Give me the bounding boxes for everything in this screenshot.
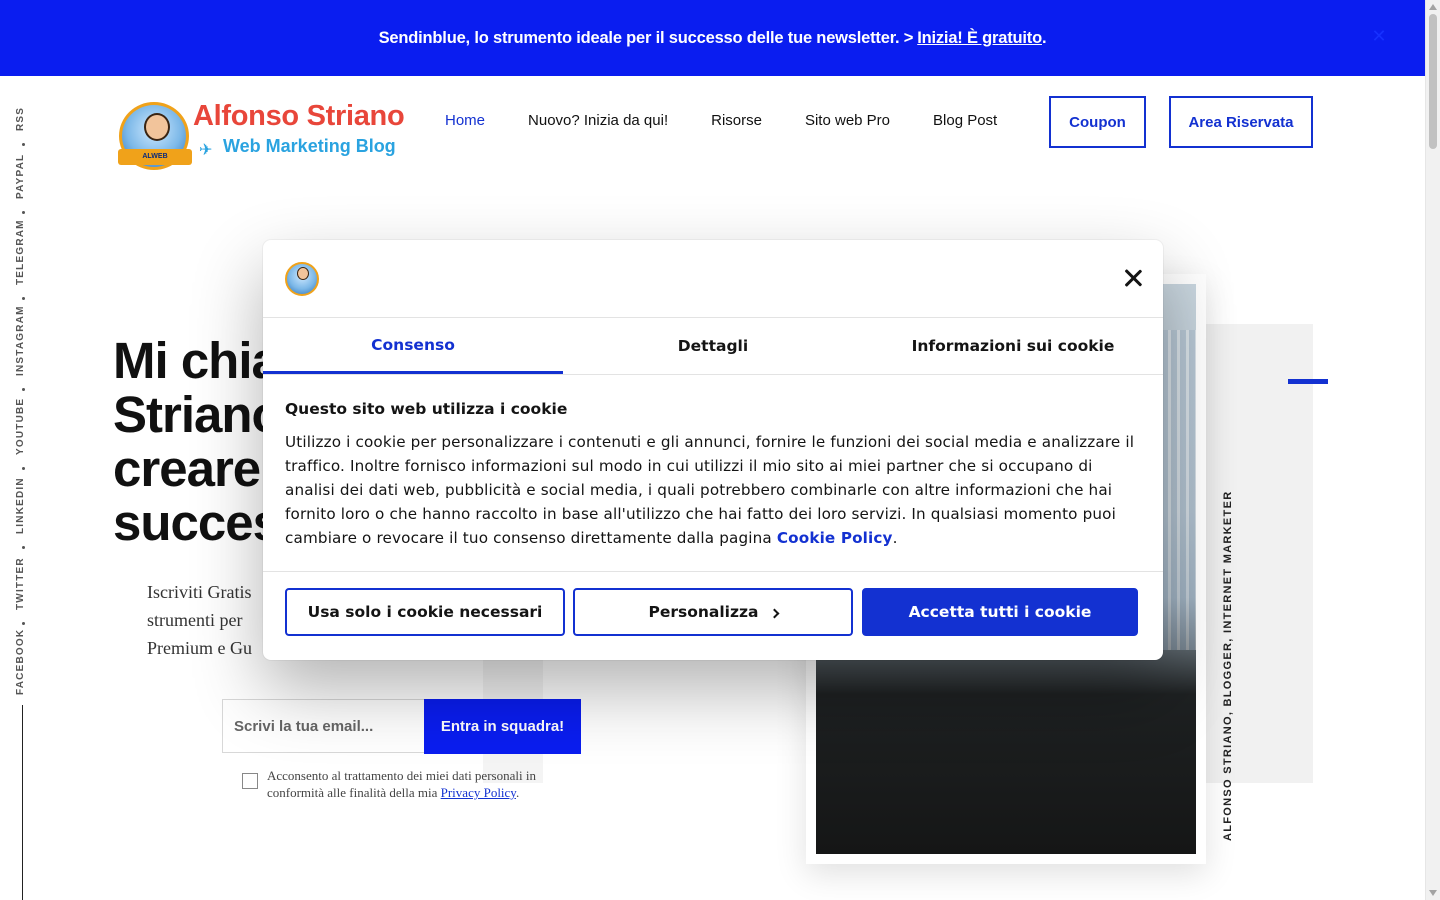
cookie-dialog: Consenso Dettagli Informazioni sui cooki… [263,240,1163,660]
necessary-cookies-button[interactable]: Usa solo i cookie necessari [285,588,565,636]
page: Sendinblue, lo strumento ideale per il s… [0,0,1440,900]
cookie-heading: Questo sito web utilizza i cookie [285,400,568,418]
scrollbar-thumb[interactable] [1429,14,1437,149]
avatar [297,267,309,280]
close-icon[interactable] [1122,267,1144,289]
tab-details[interactable]: Dettagli [563,318,863,374]
tab-consent[interactable]: Consenso [263,318,563,374]
necessary-cookies-label: Usa solo i cookie necessari [307,603,543,621]
scroll-up-icon[interactable] [1429,4,1437,10]
cookie-body: Utilizzo i cookie per personalizzare i c… [285,430,1141,550]
cookie-tabs: Consenso Dettagli Informazioni sui cooki… [263,318,1163,374]
customize-button[interactable]: Personalizza [573,588,853,636]
divider [263,571,1163,572]
scroll-down-icon[interactable] [1429,890,1437,896]
cookie-body-after: . [892,529,898,547]
page-scrollbar[interactable] [1425,0,1440,900]
dialog-logo-icon [285,262,319,296]
chevron-right-icon [769,608,779,619]
accept-all-label: Accetta tutti i cookie [908,603,1092,621]
divider [263,374,1163,375]
accept-all-button[interactable]: Accetta tutti i cookie [862,588,1138,636]
tab-cookie-info[interactable]: Informazioni sui cookie [863,318,1163,374]
customize-label: Personalizza [648,603,759,621]
cookie-body-text: Utilizzo i cookie per personalizzare i c… [285,433,1135,547]
cookie-policy-link[interactable]: Cookie Policy [777,529,893,547]
